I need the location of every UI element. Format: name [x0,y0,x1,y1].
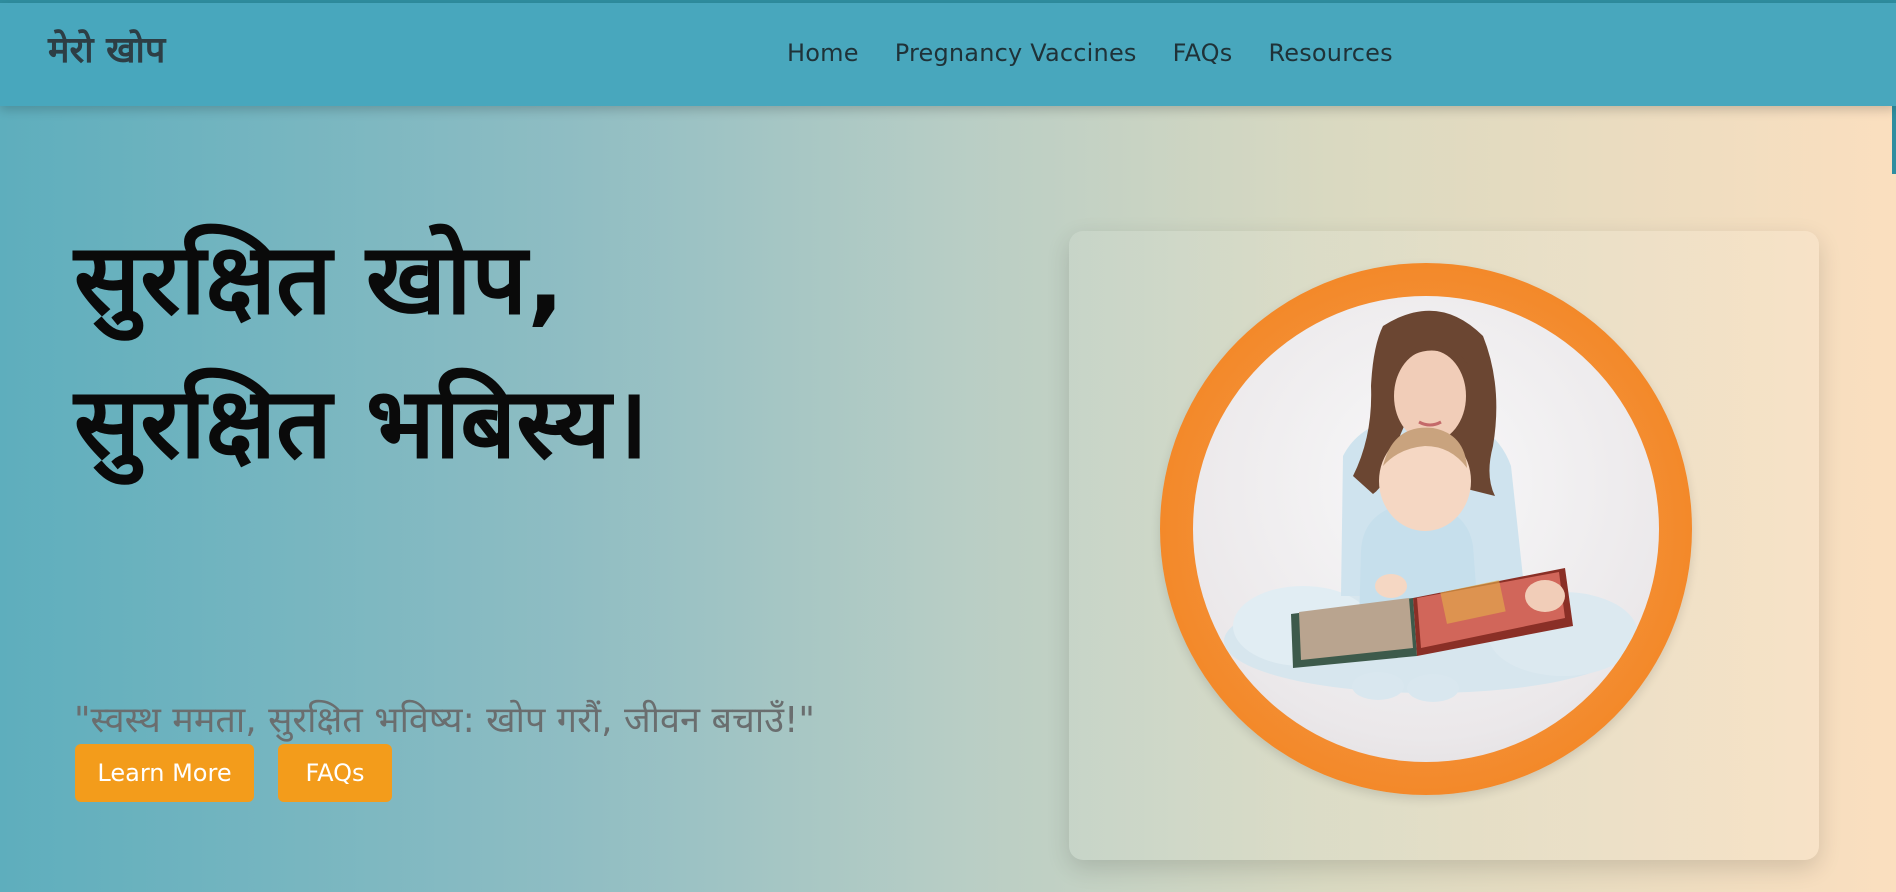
hero-headline-line-2: सुरक्षित भबिस्य। [74,367,649,481]
brand-logo[interactable]: मेरो खोप [48,29,165,72]
hero-headline-line-1: सुरक्षित खोप, [74,223,565,337]
nav-link-faqs[interactable]: FAQs [1173,39,1233,67]
nav-item-pregnancy-vaccines: Pregnancy Vaccines [895,39,1137,67]
hero-tagline: "स्वस्थ ममता, सुरक्षित भविष्य: खोप गरौं,… [74,700,815,741]
baby-hand [1375,574,1407,598]
navbar: मेरो खोप Home Pregnancy Vaccines FAQs Re… [0,3,1896,106]
baby-foot-left [1352,672,1404,700]
mother-hand-right [1525,580,1565,612]
mother-baby-reading-image [1193,296,1659,762]
baby-foot-right [1407,674,1459,702]
mother-baby-illustration [1224,310,1638,702]
faqs-button[interactable]: FAQs [278,744,392,802]
nav-item-resources: Resources [1268,39,1392,67]
nav-link-resources[interactable]: Resources [1268,39,1392,67]
nav-link-home[interactable]: Home [787,39,859,67]
learn-more-button[interactable]: Learn More [75,744,254,802]
nav-link-pregnancy-vaccines[interactable]: Pregnancy Vaccines [895,39,1137,67]
nav-item-home: Home [787,39,859,67]
nav-item-faqs: FAQs [1173,39,1233,67]
hero-headline: सुरक्षित खोप, सुरक्षित भबिस्य। [74,208,648,496]
scrollbar-edge[interactable] [1892,106,1896,174]
nav-links: Home Pregnancy Vaccines FAQs Resources [787,39,1393,67]
